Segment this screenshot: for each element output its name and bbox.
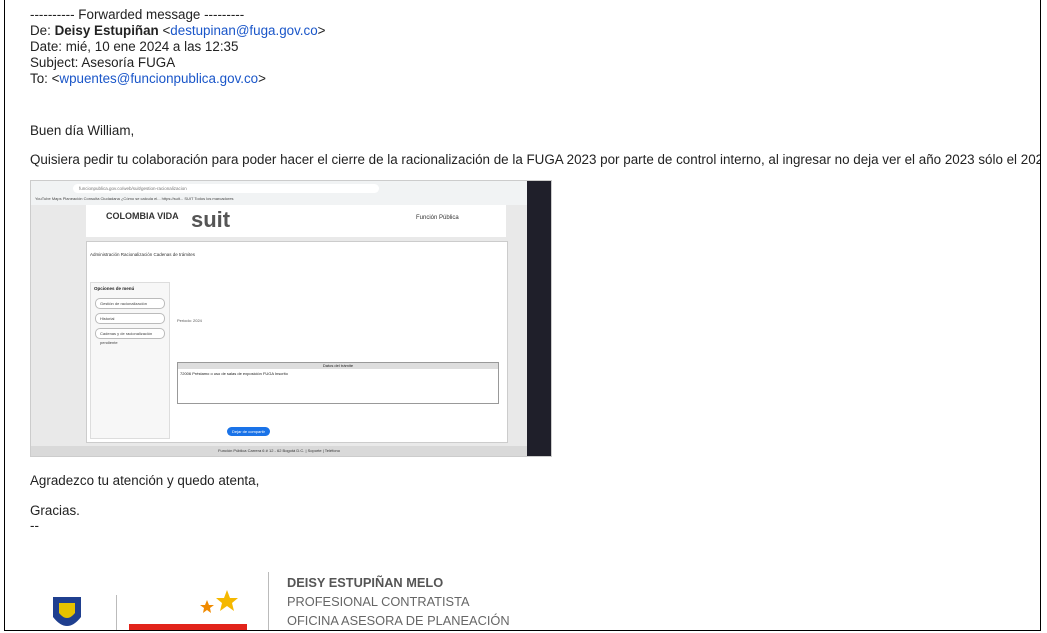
to-line: To: <wpuentes@funcionpublica.gov.co> [30, 71, 266, 86]
colombia-vida-logo: COLOMBIA VIDA [106, 211, 179, 221]
email-frame: ---------- Forwarded message --------- D… [4, 0, 1041, 631]
browser-chrome: funcionpublica.gov.co/web/suit/gestion-r… [31, 181, 527, 206]
period-field: Periodo: 2024 [177, 318, 202, 323]
taskbar [527, 181, 551, 456]
from-line: De: Deisy Estupiñan <destupinan@fuga.gov… [30, 23, 326, 38]
side-item: Cadenas y de racionalización pendiente [95, 328, 165, 345]
forward-line: ---------- Forwarded message --------- [30, 7, 245, 22]
signature-name: DEISY ESTUPIÑAN MELO [287, 575, 444, 590]
content-area: Periodo: 2024 [177, 270, 497, 430]
funcion-publica-logo: Función Pública [416, 215, 459, 221]
signature-title: PROFESIONAL CONTRATISTA [287, 594, 470, 609]
suit-page: COLOMBIA VIDA suit Función Pública Admin… [31, 205, 527, 456]
subject-line: Subject: Asesoría FUGA [30, 55, 176, 70]
side-item: Historial [95, 313, 165, 324]
side-menu-title: Opciones de menú [94, 286, 135, 291]
sender-name: Deisy Estupiñan [54, 23, 159, 38]
bogota-shield-logo [53, 597, 81, 626]
grid-row: 72006 Préstamo o uso de salas de exposic… [180, 371, 288, 376]
suit-app-panel: Administración Racionalización Cadenas d… [86, 241, 508, 443]
logo-divider [116, 595, 117, 630]
stop-sharing-button: Dejar de compartir [227, 427, 270, 436]
forward-header: ---------- Forwarded message --------- D… [30, 7, 325, 87]
side-menu: Opciones de menú Gestión de racionalizac… [90, 282, 170, 439]
signature-office: OFICINA ASESORA DE PLANEACIÓN [287, 613, 510, 628]
signature-block: DEISY ESTUPIÑAN MELO PROFESIONAL CONTRAT… [287, 573, 510, 630]
bogota-logo [129, 590, 247, 630]
side-item: Gestión de racionalización [95, 298, 165, 309]
suit-footer: Función Pública Carrera 6 # 12 - 62 Bogo… [31, 446, 527, 456]
recipient-email-link[interactable]: wpuentes@funcionpublica.gov.co [59, 71, 258, 86]
suit-banner: COLOMBIA VIDA suit Función Pública [86, 205, 506, 237]
embedded-screenshot[interactable]: funcionpublica.gov.co/web/suit/gestion-r… [30, 180, 552, 457]
sender-email-link[interactable]: destupinan@fuga.gov.co [170, 23, 317, 38]
suit-tabs: Administración Racionalización Cadenas d… [90, 252, 196, 257]
closing-line: Gracias. [30, 503, 80, 518]
suit-logo: suit [191, 207, 231, 232]
signature-separator: -- [30, 518, 39, 533]
thanks-line: Agradezco tu atención y quedo atenta, [30, 473, 260, 488]
greeting: Buen día William, [30, 123, 135, 138]
tramites-grid: Datos del trámite 72006 Préstamo o uso d… [177, 362, 499, 404]
date-line: Date: mié, 10 ene 2024 a las 12:35 [30, 39, 239, 54]
request-paragraph: Quisiera pedir tu colaboración para pode… [30, 152, 1041, 167]
signature-divider [268, 572, 269, 630]
url-bar: funcionpublica.gov.co/web/suit/gestion-r… [73, 184, 379, 193]
bookmarks-bar: YouTube Maps Planeación Consulta Ciudada… [35, 196, 234, 201]
